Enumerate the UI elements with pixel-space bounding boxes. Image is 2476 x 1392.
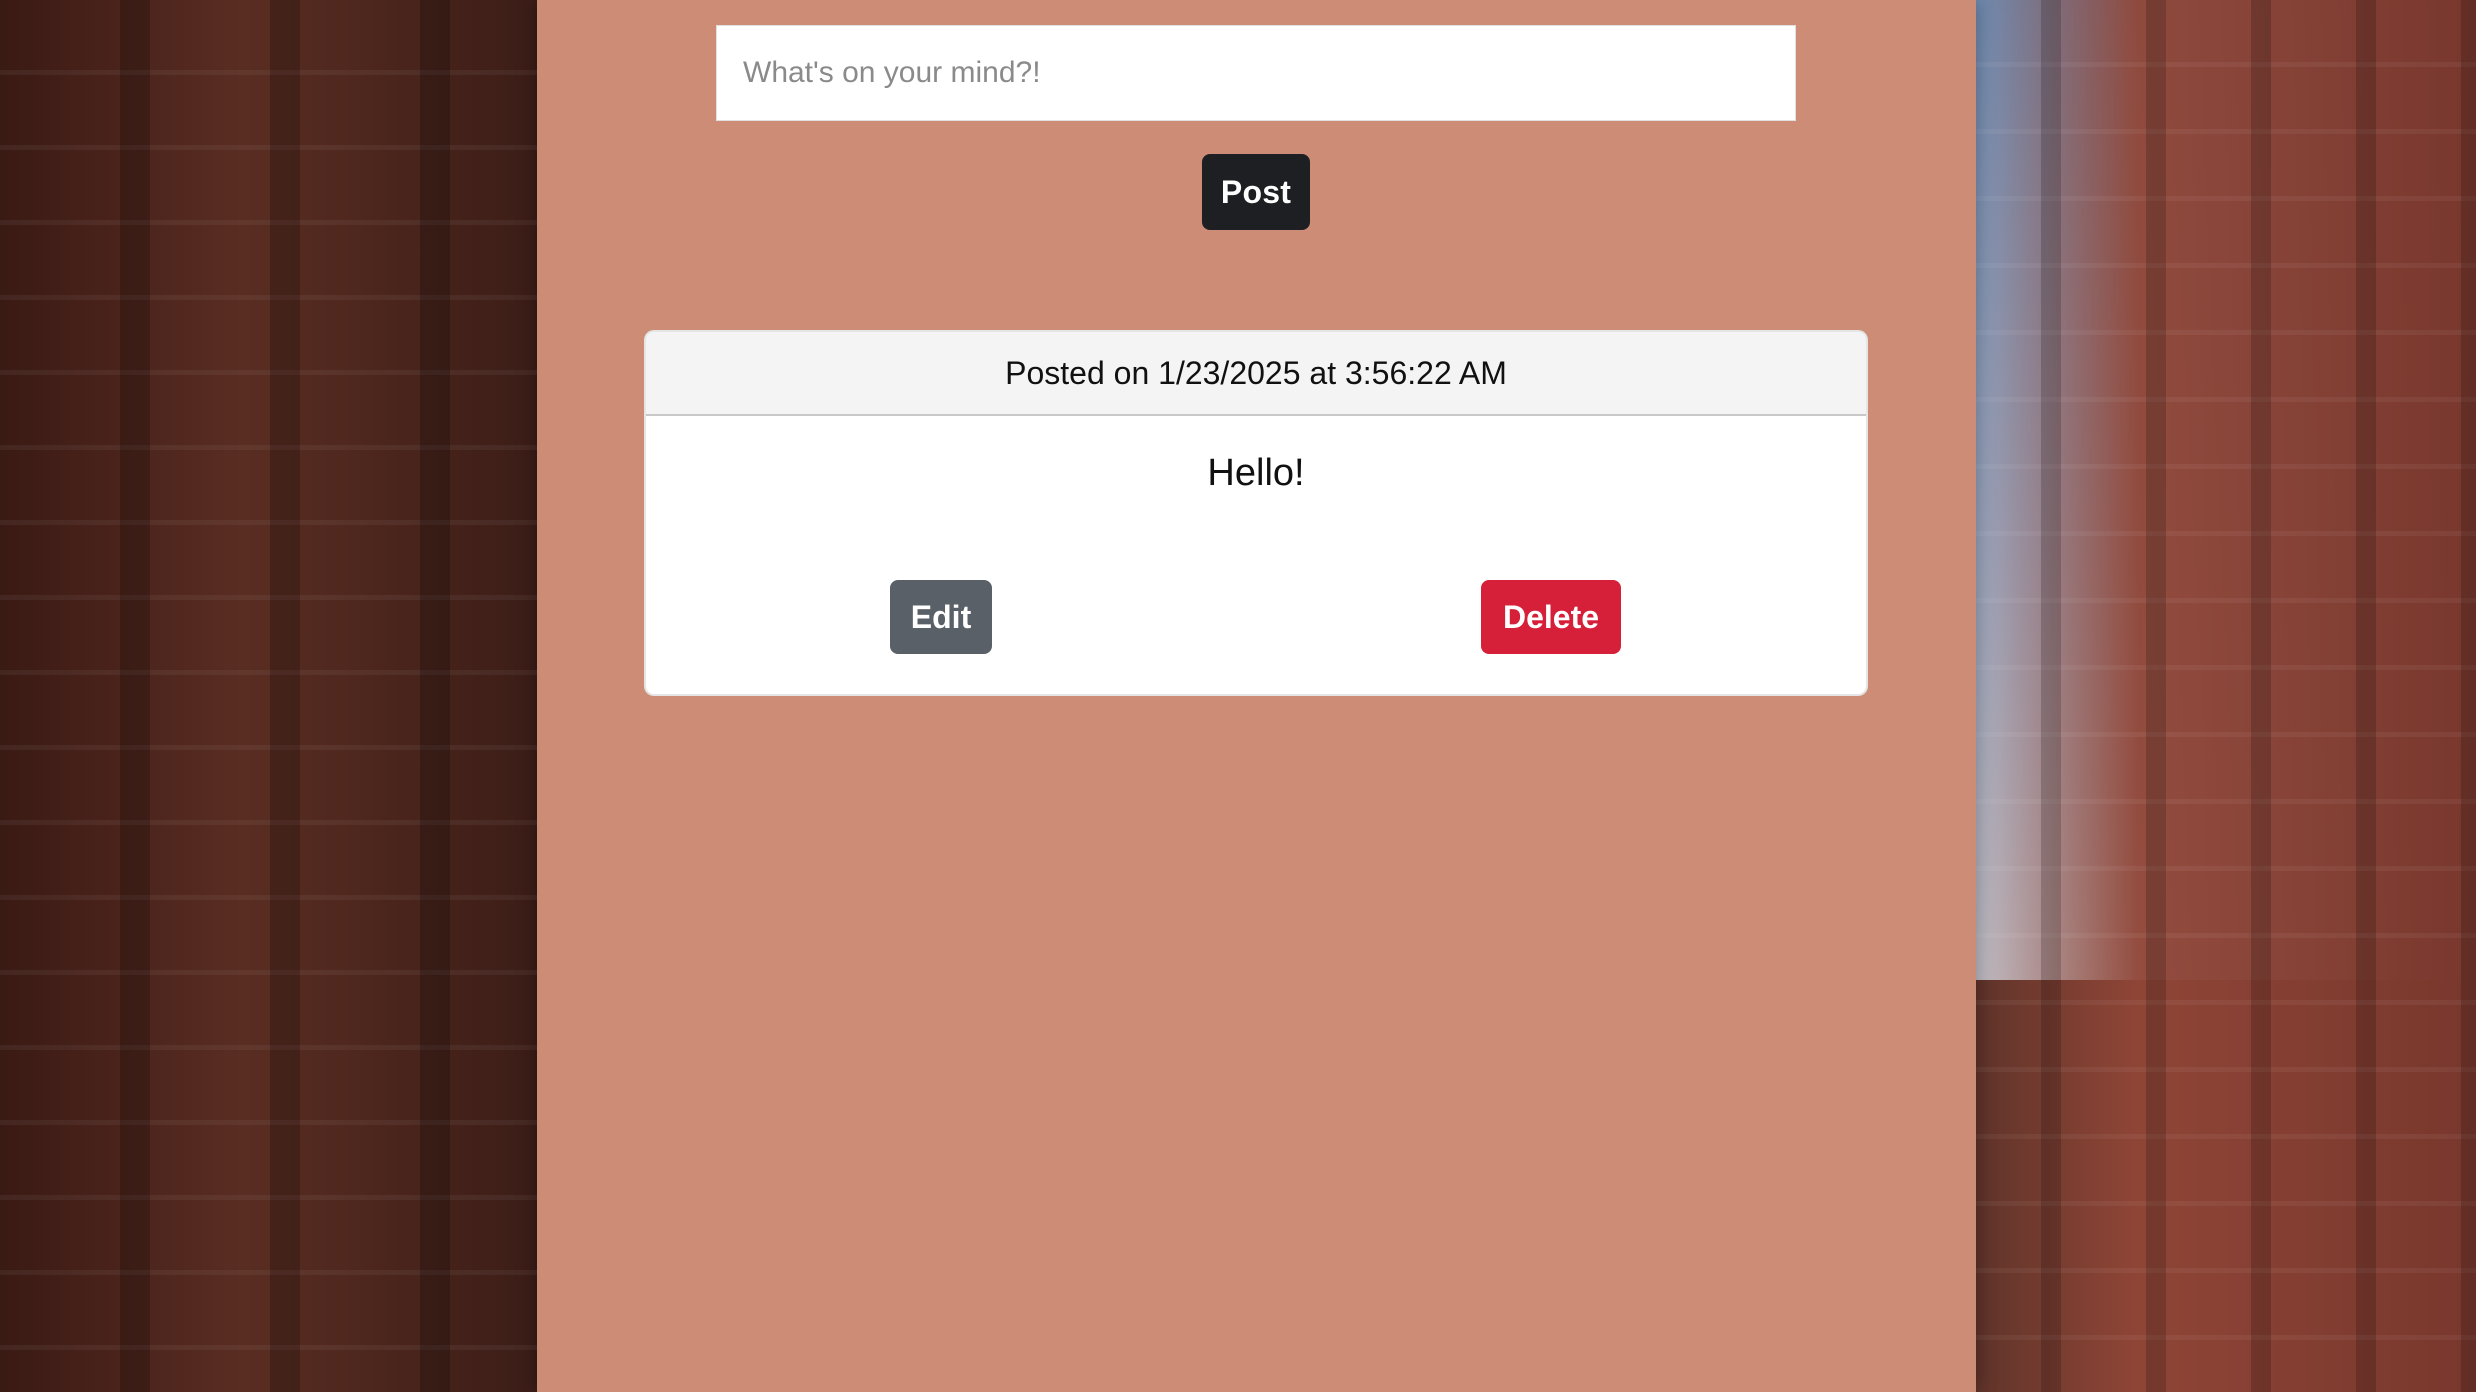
post-content: Hello! [1207, 452, 1305, 494]
post-header: Posted on 1/23/2025 at 3:56:22 AM [646, 332, 1866, 416]
edit-button[interactable]: Edit [890, 580, 992, 654]
post-button[interactable]: Post [1202, 154, 1310, 230]
post-composer [716, 25, 1796, 121]
post-input[interactable] [741, 25, 1771, 121]
delete-button[interactable]: Delete [1481, 580, 1621, 654]
post-card: Posted on 1/23/2025 at 3:56:22 AM Hello!… [644, 330, 1868, 696]
post-body: Hello! Edit Delete [646, 416, 1866, 694]
background-building-right [1956, 0, 2476, 1392]
background-building-left [0, 0, 540, 1392]
